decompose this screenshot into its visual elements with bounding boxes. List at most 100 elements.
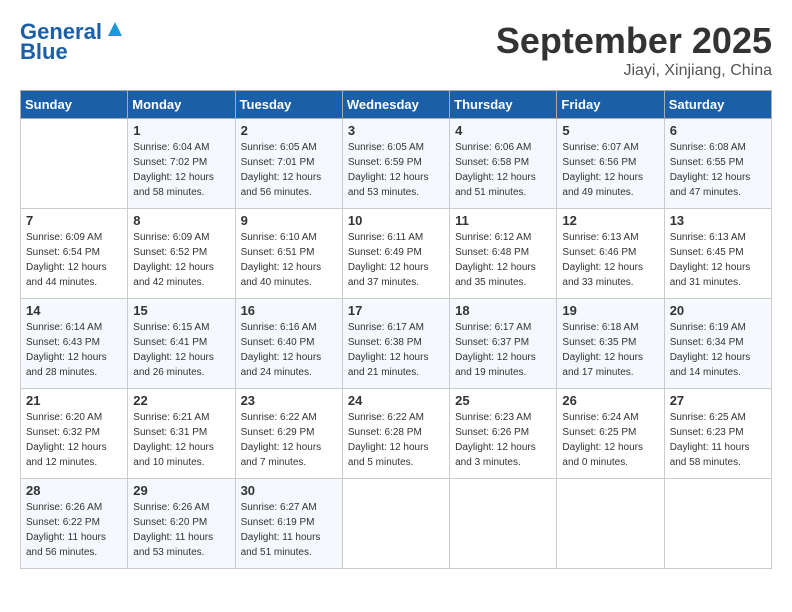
day-info: Sunrise: 6:25 AMSunset: 6:23 PMDaylight:… xyxy=(670,410,766,470)
day-number: 26 xyxy=(562,393,658,408)
day-info: Sunrise: 6:15 AMSunset: 6:41 PMDaylight:… xyxy=(133,320,229,380)
calendar-cell: 16 Sunrise: 6:16 AMSunset: 6:40 PMDayligh… xyxy=(235,299,342,389)
day-info: Sunrise: 6:10 AMSunset: 6:51 PMDaylight:… xyxy=(241,230,337,290)
day-info: Sunrise: 6:13 AMSunset: 6:46 PMDaylight:… xyxy=(562,230,658,290)
day-number: 10 xyxy=(348,213,444,228)
calendar-cell: 7Sunrise: 6:09 AMSunset: 6:54 PMDaylight… xyxy=(21,209,128,299)
calendar-cell: 11 Sunrise: 6:12 AMSunset: 6:48 PMDayligh… xyxy=(450,209,557,299)
logo-icon xyxy=(104,18,126,40)
day-number: 22 xyxy=(133,393,229,408)
day-info: Sunrise: 6:23 AMSunset: 6:26 PMDaylight:… xyxy=(455,410,551,470)
day-info: Sunrise: 6:06 AMSunset: 6:58 PMDaylight:… xyxy=(455,140,551,200)
day-info: Sunrise: 6:19 AMSunset: 6:34 PMDaylight:… xyxy=(670,320,766,380)
day-number: 17 xyxy=(348,303,444,318)
col-header-thursday: Thursday xyxy=(450,91,557,119)
day-info: Sunrise: 6:07 AMSunset: 6:56 PMDaylight:… xyxy=(562,140,658,200)
day-info: Sunrise: 6:22 AMSunset: 6:29 PMDaylight:… xyxy=(241,410,337,470)
calendar-cell: 29 Sunrise: 6:26 AMSunset: 6:20 PMDayligh… xyxy=(128,479,235,569)
day-number: 1 xyxy=(133,123,229,138)
day-info: Sunrise: 6:11 AMSunset: 6:49 PMDaylight:… xyxy=(348,230,444,290)
day-number: 15 xyxy=(133,303,229,318)
calendar-cell: 2 Sunrise: 6:05 AMSunset: 7:01 PMDaylight… xyxy=(235,119,342,209)
calendar-cell: 9Sunrise: 6:10 AMSunset: 6:51 PMDaylight… xyxy=(235,209,342,299)
calendar-cell: 1 Sunrise: 6:04 AMSunset: 7:02 PMDaylight… xyxy=(128,119,235,209)
day-info: Sunrise: 6:17 AMSunset: 6:38 PMDaylight:… xyxy=(348,320,444,380)
day-number: 30 xyxy=(241,483,337,498)
col-header-friday: Friday xyxy=(557,91,664,119)
calendar-cell: 19 Sunrise: 6:18 AMSunset: 6:35 PMDayligh… xyxy=(557,299,664,389)
col-header-tuesday: Tuesday xyxy=(235,91,342,119)
calendar-cell: 24 Sunrise: 6:22 AMSunset: 6:28 PMDayligh… xyxy=(342,389,449,479)
calendar-cell: 12 Sunrise: 6:13 AMSunset: 6:46 PMDayligh… xyxy=(557,209,664,299)
day-number: 13 xyxy=(670,213,766,228)
logo: General Blue xyxy=(20,20,126,64)
day-info: Sunrise: 6:05 AMSunset: 6:59 PMDaylight:… xyxy=(348,140,444,200)
calendar-cell xyxy=(664,479,771,569)
page-header: General Blue September 2025 Jiayi, Xinji… xyxy=(20,20,772,80)
day-number: 12 xyxy=(562,213,658,228)
day-info: Sunrise: 6:08 AMSunset: 6:55 PMDaylight:… xyxy=(670,140,766,200)
location-subtitle: Jiayi, Xinjiang, China xyxy=(496,62,772,80)
day-info: Sunrise: 6:26 AMSunset: 6:20 PMDaylight:… xyxy=(133,500,229,560)
day-number: 7 xyxy=(26,213,122,228)
calendar-cell: 20 Sunrise: 6:19 AMSunset: 6:34 PMDayligh… xyxy=(664,299,771,389)
day-info: Sunrise: 6:09 AMSunset: 6:52 PMDaylight:… xyxy=(133,230,229,290)
day-number: 25 xyxy=(455,393,551,408)
day-number: 6 xyxy=(670,123,766,138)
calendar-cell: 26 Sunrise: 6:24 AMSunset: 6:25 PMDayligh… xyxy=(557,389,664,479)
calendar-table: SundayMondayTuesdayWednesdayThursdayFrid… xyxy=(20,90,772,569)
day-number: 19 xyxy=(562,303,658,318)
day-number: 29 xyxy=(133,483,229,498)
day-info: Sunrise: 6:16 AMSunset: 6:40 PMDaylight:… xyxy=(241,320,337,380)
day-number: 28 xyxy=(26,483,122,498)
day-number: 11 xyxy=(455,213,551,228)
day-number: 16 xyxy=(241,303,337,318)
calendar-cell: 6 Sunrise: 6:08 AMSunset: 6:55 PMDaylight… xyxy=(664,119,771,209)
logo-text-blue: Blue xyxy=(20,40,68,64)
day-number: 5 xyxy=(562,123,658,138)
calendar-cell: 10 Sunrise: 6:11 AMSunset: 6:49 PMDayligh… xyxy=(342,209,449,299)
month-year-title: September 2025 xyxy=(496,20,772,62)
calendar-cell: 3 Sunrise: 6:05 AMSunset: 6:59 PMDaylight… xyxy=(342,119,449,209)
calendar-cell: 28 Sunrise: 6:26 AMSunset: 6:22 PMDayligh… xyxy=(21,479,128,569)
calendar-cell: 18 Sunrise: 6:17 AMSunset: 6:37 PMDayligh… xyxy=(450,299,557,389)
day-number: 18 xyxy=(455,303,551,318)
day-info: Sunrise: 6:22 AMSunset: 6:28 PMDaylight:… xyxy=(348,410,444,470)
day-number: 2 xyxy=(241,123,337,138)
calendar-cell: 4 Sunrise: 6:06 AMSunset: 6:58 PMDaylight… xyxy=(450,119,557,209)
day-info: Sunrise: 6:17 AMSunset: 6:37 PMDaylight:… xyxy=(455,320,551,380)
day-number: 20 xyxy=(670,303,766,318)
day-info: Sunrise: 6:26 AMSunset: 6:22 PMDaylight:… xyxy=(26,500,122,560)
day-info: Sunrise: 6:05 AMSunset: 7:01 PMDaylight:… xyxy=(241,140,337,200)
calendar-cell: 5 Sunrise: 6:07 AMSunset: 6:56 PMDaylight… xyxy=(557,119,664,209)
day-info: Sunrise: 6:20 AMSunset: 6:32 PMDaylight:… xyxy=(26,410,122,470)
calendar-cell: 25 Sunrise: 6:23 AMSunset: 6:26 PMDayligh… xyxy=(450,389,557,479)
day-info: Sunrise: 6:14 AMSunset: 6:43 PMDaylight:… xyxy=(26,320,122,380)
title-block: September 2025 Jiayi, Xinjiang, China xyxy=(496,20,772,80)
col-header-monday: Monday xyxy=(128,91,235,119)
calendar-cell: 8 Sunrise: 6:09 AMSunset: 6:52 PMDaylight… xyxy=(128,209,235,299)
calendar-cell xyxy=(450,479,557,569)
calendar-cell: 15 Sunrise: 6:15 AMSunset: 6:41 PMDayligh… xyxy=(128,299,235,389)
day-info: Sunrise: 6:04 AMSunset: 7:02 PMDaylight:… xyxy=(133,140,229,200)
calendar-cell: 27Sunrise: 6:25 AMSunset: 6:23 PMDayligh… xyxy=(664,389,771,479)
col-header-wednesday: Wednesday xyxy=(342,91,449,119)
day-info: Sunrise: 6:27 AMSunset: 6:19 PMDaylight:… xyxy=(241,500,337,560)
day-info: Sunrise: 6:13 AMSunset: 6:45 PMDaylight:… xyxy=(670,230,766,290)
col-header-saturday: Saturday xyxy=(664,91,771,119)
day-number: 3 xyxy=(348,123,444,138)
col-header-sunday: Sunday xyxy=(21,91,128,119)
day-number: 23 xyxy=(241,393,337,408)
day-info: Sunrise: 6:18 AMSunset: 6:35 PMDaylight:… xyxy=(562,320,658,380)
calendar-cell: 22Sunrise: 6:21 AMSunset: 6:31 PMDayligh… xyxy=(128,389,235,479)
day-number: 24 xyxy=(348,393,444,408)
day-info: Sunrise: 6:24 AMSunset: 6:25 PMDaylight:… xyxy=(562,410,658,470)
calendar-cell: 14Sunrise: 6:14 AMSunset: 6:43 PMDayligh… xyxy=(21,299,128,389)
day-number: 4 xyxy=(455,123,551,138)
day-number: 8 xyxy=(133,213,229,228)
calendar-cell: 21 Sunrise: 6:20 AMSunset: 6:32 PMDayligh… xyxy=(21,389,128,479)
calendar-cell: 30 Sunrise: 6:27 AMSunset: 6:19 PMDayligh… xyxy=(235,479,342,569)
day-info: Sunrise: 6:12 AMSunset: 6:48 PMDaylight:… xyxy=(455,230,551,290)
day-number: 21 xyxy=(26,393,122,408)
calendar-cell: 13 Sunrise: 6:13 AMSunset: 6:45 PMDayligh… xyxy=(664,209,771,299)
